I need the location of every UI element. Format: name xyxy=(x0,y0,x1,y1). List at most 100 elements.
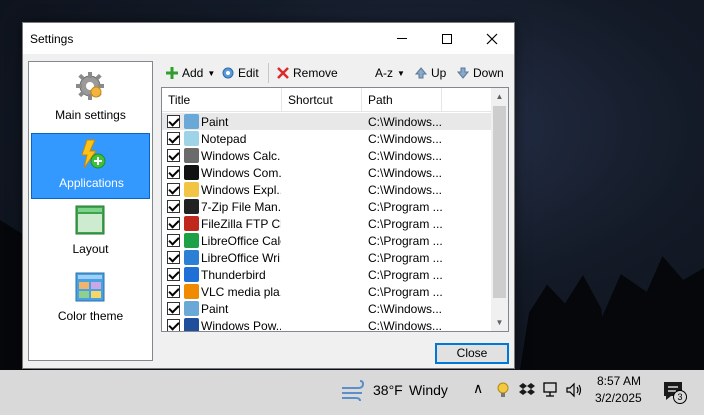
scroll-down-icon[interactable]: ▼ xyxy=(491,314,508,331)
arrow-up-icon xyxy=(414,67,428,79)
close-window-button[interactable] xyxy=(469,23,514,54)
vlc-icon xyxy=(184,284,199,299)
edit-button[interactable]: Edit xyxy=(221,64,259,82)
item-title: LibreOffice Wri... xyxy=(201,251,281,265)
nav-item-color-theme[interactable]: Color theme xyxy=(31,267,150,333)
enabled-checkbox[interactable] xyxy=(167,183,180,196)
down-label: Down xyxy=(473,66,504,80)
maximize-button[interactable] xyxy=(424,23,469,54)
item-title: Windows Calc... xyxy=(201,149,281,163)
item-title: Windows Com... xyxy=(201,166,281,180)
item-title: VLC media pla... xyxy=(201,285,281,299)
list-item[interactable]: 7-Zip File Man... C:\Program ... xyxy=(162,198,492,215)
nav-item-layout[interactable]: Layout xyxy=(31,200,150,266)
up-label: Up xyxy=(431,66,447,80)
list-item[interactable]: LibreOffice Calc C:\Program ... xyxy=(162,232,492,249)
libreoffice-calc-icon xyxy=(184,233,199,248)
wind-icon[interactable] xyxy=(340,380,366,402)
minimize-button[interactable] xyxy=(379,23,424,54)
enabled-checkbox[interactable] xyxy=(167,285,180,298)
list-item[interactable]: LibreOffice Wri... C:\Program ... xyxy=(162,249,492,266)
list-item[interactable]: Windows Calc... C:\Windows... xyxy=(162,147,492,164)
add-label: Add xyxy=(182,66,204,80)
item-path: C:\Program ... xyxy=(368,234,443,248)
sort-label: A-z xyxy=(375,66,393,80)
notification-count-badge: 3 xyxy=(673,390,687,404)
sort-button[interactable]: A-z ▼ xyxy=(375,64,405,82)
7zip-icon xyxy=(184,199,199,214)
list-item[interactable]: Thunderbird C:\Program ... xyxy=(162,266,492,283)
nav-item-main-settings[interactable]: Main settings xyxy=(31,66,150,132)
enabled-checkbox[interactable] xyxy=(167,234,180,247)
item-path: C:\Program ... xyxy=(368,200,443,214)
list-item[interactable]: Paint C:\Windows... xyxy=(162,300,492,317)
maximize-icon xyxy=(441,33,452,44)
gear-icon xyxy=(76,72,104,100)
item-title: Windows Expl... xyxy=(201,183,281,197)
layout-icon xyxy=(75,205,105,235)
enabled-checkbox[interactable] xyxy=(167,200,180,213)
folder-icon xyxy=(184,182,199,197)
enabled-checkbox[interactable] xyxy=(167,149,180,162)
clock-time[interactable]: 8:57 AM xyxy=(597,374,641,388)
network-icon[interactable] xyxy=(542,381,560,399)
list-item[interactable]: Windows Com... C:\Windows... xyxy=(162,164,492,181)
arrow-down-icon xyxy=(456,67,470,79)
weather-description[interactable]: Windy xyxy=(409,382,448,398)
volume-icon[interactable] xyxy=(565,381,583,399)
vertical-scrollbar[interactable]: ▲ ▼ xyxy=(491,88,508,331)
column-header-title[interactable]: Title xyxy=(162,88,282,112)
close-button[interactable]: Close xyxy=(435,343,509,364)
list-item[interactable]: Notepad C:\Windows... xyxy=(162,130,492,147)
scrollbar-thumb[interactable] xyxy=(493,106,506,298)
window-title: Settings xyxy=(30,32,74,46)
calculator-icon xyxy=(184,148,199,163)
nav-item-applications[interactable]: Applications xyxy=(31,133,150,199)
enabled-checkbox[interactable] xyxy=(167,319,180,331)
nav-item-label: Color theme xyxy=(57,309,124,323)
command-prompt-icon xyxy=(184,165,199,180)
scroll-up-icon[interactable]: ▲ xyxy=(491,88,508,105)
gear-icon xyxy=(222,67,234,79)
chevron-up-icon[interactable]: ∧ xyxy=(473,380,483,397)
column-header-path[interactable]: Path xyxy=(362,88,442,112)
remove-button[interactable]: Remove xyxy=(276,64,338,82)
enabled-checkbox[interactable] xyxy=(167,217,180,230)
tree-silhouette xyxy=(520,275,610,370)
add-button[interactable]: Add ▼ xyxy=(165,64,215,82)
item-path: C:\Program ... xyxy=(368,268,443,282)
list-item[interactable]: Paint C:\Windows... xyxy=(162,113,492,130)
item-title: Paint xyxy=(201,302,229,316)
remove-x-icon xyxy=(277,67,289,79)
plus-icon xyxy=(166,67,178,79)
item-path: C:\Windows... xyxy=(368,302,443,316)
enabled-checkbox[interactable] xyxy=(167,132,180,145)
dropbox-icon[interactable] xyxy=(518,381,536,399)
nav-item-label: Main settings xyxy=(55,108,126,122)
item-path: C:\Windows... xyxy=(368,183,443,197)
clock-date[interactable]: 3/2/2025 xyxy=(595,391,642,405)
item-title: Notepad xyxy=(201,132,247,146)
column-header-shortcut[interactable]: Shortcut xyxy=(282,88,362,112)
move-up-button[interactable]: Up xyxy=(414,64,446,82)
enabled-checkbox[interactable] xyxy=(167,251,180,264)
enabled-checkbox[interactable] xyxy=(167,302,180,315)
move-down-button[interactable]: Down xyxy=(456,64,504,82)
enabled-checkbox[interactable] xyxy=(167,166,180,179)
minimize-icon xyxy=(396,38,407,39)
list-item[interactable]: Windows Expl... C:\Windows... xyxy=(162,181,492,198)
item-path: C:\Windows... xyxy=(368,149,443,163)
enabled-checkbox[interactable] xyxy=(167,115,180,128)
list-item[interactable]: Windows Pow... C:\Windows... xyxy=(162,317,492,331)
item-title: Paint xyxy=(201,115,229,129)
list-item[interactable]: VLC media pla... C:\Program ... xyxy=(162,283,492,300)
weather-temperature[interactable]: 38°F xyxy=(373,382,403,398)
enabled-checkbox[interactable] xyxy=(167,268,180,281)
item-path: C:\Windows... xyxy=(368,115,443,129)
lightbulb-icon[interactable] xyxy=(494,381,512,399)
applications-list[interactable]: Title Shortcut Path Paint C:\Windows... No… xyxy=(161,87,509,332)
list-item[interactable]: FileZilla FTP Cl... C:\Program ... xyxy=(162,215,492,232)
list-rows: Paint C:\Windows... Notepad C:\Windows... Wi… xyxy=(162,113,492,331)
remove-label: Remove xyxy=(293,66,338,80)
title-bar[interactable]: Settings xyxy=(23,23,514,54)
